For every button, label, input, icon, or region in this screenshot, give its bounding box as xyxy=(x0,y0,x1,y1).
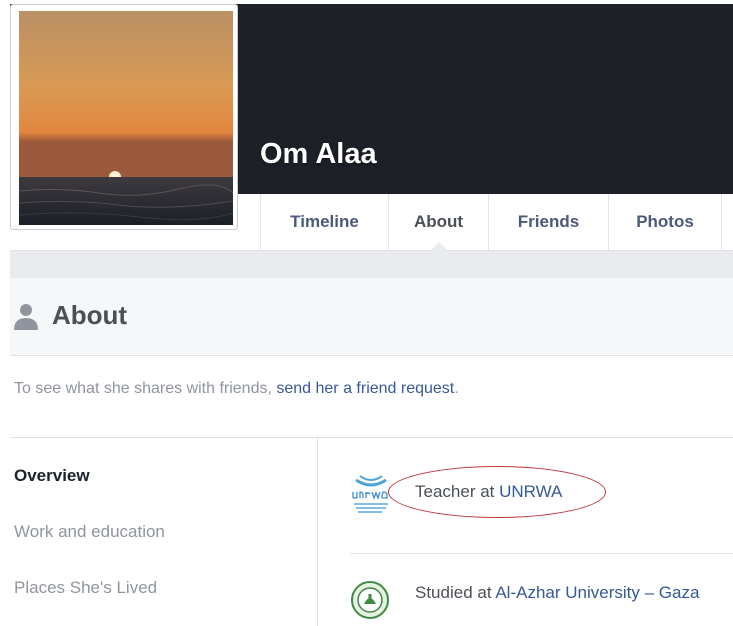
send-friend-request-link[interactable]: send her a friend request xyxy=(276,380,454,397)
tab-timeline[interactable]: Timeline xyxy=(260,194,388,250)
tab-friends[interactable]: Friends xyxy=(488,194,608,250)
profile-picture[interactable] xyxy=(19,11,233,225)
active-tab-caret xyxy=(429,242,448,251)
sidebar-item-places-lived[interactable]: Places She's Lived xyxy=(14,578,157,598)
tab-about[interactable]: About xyxy=(388,194,488,251)
university-seal-icon xyxy=(350,580,390,625)
education-entry-prefix: Studied at xyxy=(415,583,496,602)
unrwa-logo-icon xyxy=(350,474,392,523)
unrwa-link[interactable]: UNRWA xyxy=(499,482,562,501)
content-divider xyxy=(10,437,733,438)
al-azhar-university-link[interactable]: Al-Azhar University – Gaza xyxy=(495,583,699,602)
sidebar-item-overview[interactable]: Overview xyxy=(14,466,90,486)
about-section-header: About xyxy=(10,278,733,356)
section-spacer xyxy=(10,251,733,278)
tab-about-label: About xyxy=(413,212,464,231)
profile-picture-frame[interactable] xyxy=(10,4,238,230)
work-entry: Teacher at UNRWA xyxy=(415,482,562,502)
education-entry: Studied at Al-Azhar University – Gaza xyxy=(415,583,699,603)
sidebar-divider xyxy=(317,437,318,626)
notice-text: To see what she shares with friends, xyxy=(14,380,277,397)
about-title: About xyxy=(52,300,128,330)
tab-photos[interactable]: Photos xyxy=(608,194,722,250)
work-entry-prefix: Teacher at xyxy=(415,482,500,501)
sidebar-item-work-education[interactable]: Work and education xyxy=(14,522,165,542)
person-icon xyxy=(12,302,40,335)
notice-suffix: . xyxy=(454,380,459,397)
friend-request-notice: To see what she shares with friends, sen… xyxy=(14,380,459,398)
entry-divider xyxy=(350,553,733,554)
profile-name[interactable]: Om Alaa xyxy=(260,138,377,171)
